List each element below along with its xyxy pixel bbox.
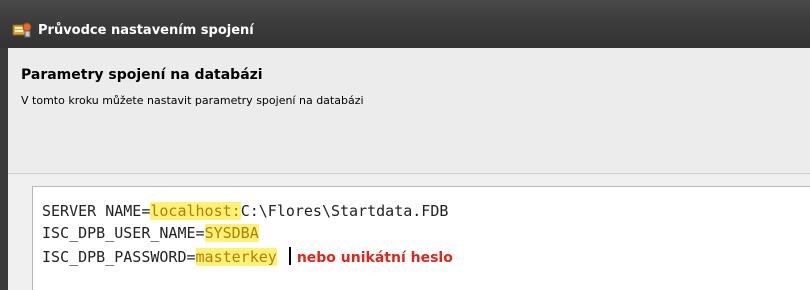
window-titlebar: Průvodce nastavením spojení (0, 0, 810, 48)
password-key: ISC_DPB_PASSWORD= (42, 248, 196, 266)
password-note: nebo unikátní heslo (296, 250, 453, 266)
user-name-highlight: SYSDBA (204, 224, 259, 242)
step-description: V tomto kroku můžete nastavit parametry … (21, 94, 364, 107)
server-path: C:\Flores\Startdata.FDB (240, 202, 449, 220)
password-highlight: masterkey (195, 248, 277, 266)
user-name-key: ISC_DPB_USER_NAME= (42, 224, 205, 242)
server-name-line: SERVER NAME=localhost:C:\Flores\Startdat… (42, 200, 448, 222)
user-name-line: ISC_DPB_USER_NAME=SYSDBA (42, 222, 259, 244)
window-title: Průvodce nastavením spojení (38, 23, 254, 38)
text-cursor (288, 247, 291, 265)
step-title: Parametry spojení na databázi (21, 67, 263, 83)
wizard-app-icon (12, 22, 32, 38)
password-line: ISC_DPB_PASSWORD=masterkey nebo unikátní … (42, 246, 453, 269)
server-name-key: SERVER NAME= (42, 202, 151, 220)
server-host-highlight: localhost: (150, 202, 241, 220)
